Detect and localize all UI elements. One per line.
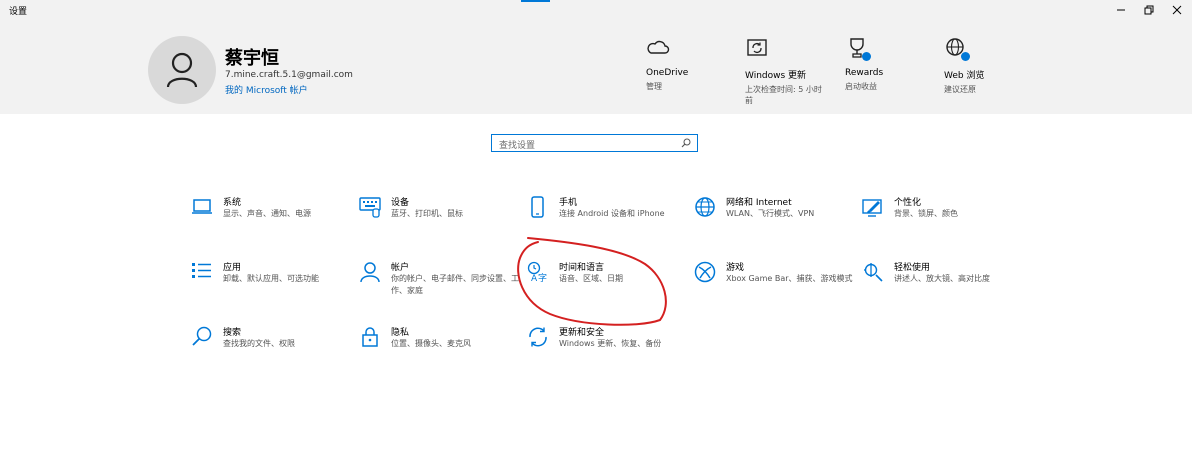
app-title: 设置: [9, 7, 28, 17]
category-personalization[interactable]: 个性化 背景、锁屏、颜色: [862, 195, 1012, 245]
apps-list-icon: [192, 263, 211, 278]
person-icon: [166, 52, 198, 88]
globe-icon: [944, 36, 970, 61]
user-email: 7.mine.craft.5.1@gmail.com: [225, 70, 353, 80]
cloud-icon: [646, 36, 670, 60]
category-title: 轻松使用: [894, 263, 931, 273]
category-accounts[interactable]: 帐户 你的帐户、电子邮件、同步设置、工作、家庭: [359, 260, 519, 310]
category-desc: Windows 更新、恢复、备份: [559, 339, 662, 348]
accessibility-icon: [864, 263, 883, 282]
paint-icon: [862, 199, 882, 217]
trophy-icon: [845, 36, 871, 61]
globe-icon: [695, 197, 715, 217]
category-title: 游戏: [726, 263, 745, 273]
category-title: 系统: [223, 198, 242, 208]
web-browsing-label: Web 浏览: [944, 71, 985, 81]
rewards-label: Rewards: [845, 68, 884, 78]
category-desc: 连接 Android 设备和 iPhone: [559, 209, 665, 218]
category-desc: 查找我的文件、权限: [223, 339, 295, 348]
category-network[interactable]: 网络和 Internet WLAN、飞行模式、VPN: [694, 195, 844, 245]
category-title: 搜索: [223, 328, 242, 338]
category-title: 更新和安全: [559, 328, 605, 338]
time-language-icon: A字: [527, 261, 547, 283]
category-apps[interactable]: 应用 卸载、默认应用、可选功能: [191, 260, 341, 310]
windows-update-sub: 上次检查时间: 5 小时前: [745, 85, 822, 105]
category-update-security[interactable]: 更新和安全 Windows 更新、恢复、备份: [527, 325, 677, 375]
category-title: 设备: [391, 198, 410, 208]
windows-update-label: Windows 更新: [745, 71, 807, 81]
search-icon: [681, 138, 691, 148]
category-desc: 讲述人、放大镜、高对比度: [894, 274, 990, 283]
close-icon: [1172, 5, 1182, 15]
category-title: 手机: [559, 198, 578, 208]
search-input[interactable]: 查找设置: [491, 134, 698, 152]
restore-button[interactable]: [1134, 0, 1164, 20]
microsoft-account-link[interactable]: 我的 Microsoft 帐户: [225, 83, 308, 96]
category-desc: Xbox Game Bar、捕获、游戏模式: [726, 274, 853, 283]
category-system[interactable]: 系统 显示、声音、通知、电源: [191, 195, 341, 245]
minimize-icon: [1117, 9, 1125, 11]
restore-icon: [1144, 5, 1154, 15]
avatar[interactable]: [148, 36, 216, 104]
rewards-sub: 启动收益: [845, 82, 877, 91]
notification-badge: [961, 52, 970, 61]
onedrive-sub: 管理: [646, 82, 662, 91]
phone-icon: [531, 196, 544, 218]
category-devices[interactable]: 设备 蓝牙、打印机、鼠标: [359, 195, 509, 245]
web-browsing-sub: 建议还原: [944, 85, 976, 94]
category-title: 时间和语言: [559, 263, 605, 273]
category-gaming[interactable]: 游戏 Xbox Game Bar、捕获、游戏模式: [694, 260, 853, 310]
category-title: 应用: [223, 263, 242, 273]
category-ease-of-access[interactable]: 轻松使用 讲述人、放大镜、高对比度: [862, 260, 1012, 310]
windows-update-link[interactable]: Windows 更新 上次检查时间: 5 小时前: [745, 36, 823, 106]
category-desc: 背景、锁屏、颜色: [894, 209, 958, 218]
keyboard-icon: [359, 197, 381, 218]
category-desc: 位置、摄像头、麦克风: [391, 339, 471, 348]
search-icon: [192, 326, 212, 346]
lock-icon: [362, 327, 378, 347]
title-bar: 设置: [0, 0, 1192, 20]
category-search[interactable]: 搜索 查找我的文件、权限: [191, 325, 341, 375]
web-browsing-link[interactable]: Web 浏览 建议还原: [944, 36, 1022, 95]
close-button[interactable]: [1162, 0, 1192, 20]
category-desc: 语音、区域、日期: [559, 274, 623, 283]
laptop-icon: [192, 199, 212, 214]
person-icon: [360, 262, 380, 283]
category-title: 隐私: [391, 328, 410, 338]
category-desc: WLAN、飞行模式、VPN: [726, 209, 815, 218]
category-desc: 卸载、默认应用、可选功能: [223, 274, 319, 283]
title-accent: [521, 0, 550, 2]
onedrive-link[interactable]: OneDrive 管理: [646, 36, 724, 92]
notification-badge: [862, 52, 871, 61]
category-phone[interactable]: 手机 连接 Android 设备和 iPhone: [527, 195, 677, 245]
rewards-link[interactable]: Rewards 启动收益: [845, 36, 923, 92]
svg-text:A: A: [531, 274, 538, 283]
svg-text:字: 字: [538, 272, 547, 283]
sync-icon: [529, 327, 547, 347]
search-placeholder: 查找设置: [499, 141, 536, 151]
category-time-language[interactable]: A字 时间和语言 语音、区域、日期: [527, 260, 677, 310]
category-title: 个性化: [894, 198, 922, 208]
category-title: 帐户: [391, 263, 410, 273]
xbox-icon: [694, 261, 716, 283]
category-desc: 你的帐户、电子邮件、同步设置、工作、家庭: [391, 274, 519, 295]
category-title: 网络和 Internet: [726, 198, 792, 208]
category-desc: 蓝牙、打印机、鼠标: [391, 209, 463, 218]
minimize-button[interactable]: [1106, 0, 1136, 20]
onedrive-label: OneDrive: [646, 68, 689, 78]
category-desc: 显示、声音、通知、电源: [223, 209, 311, 218]
user-name: 蔡宇恒: [225, 48, 279, 69]
category-privacy[interactable]: 隐私 位置、摄像头、麦克风: [359, 325, 509, 375]
windows-update-icon: [745, 36, 769, 60]
